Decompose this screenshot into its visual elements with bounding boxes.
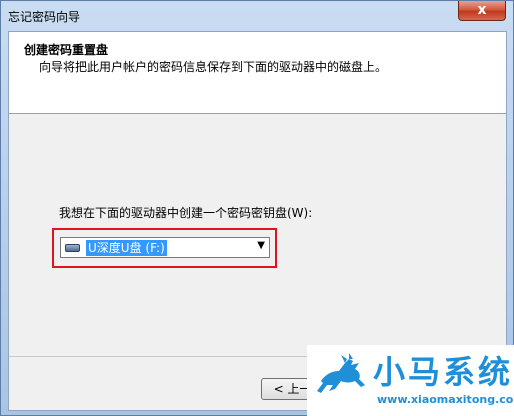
page-subtitle: 向导将把此用户帐户的密码信息保存到下面的驱动器中的磁盘上。	[39, 60, 388, 74]
close-button[interactable]: x	[458, 1, 506, 21]
drive-select-label: 我想在下面的驱动器中创建一个密码密钥盘(W):	[59, 206, 313, 220]
window-title: 忘记密码向导	[8, 10, 81, 24]
watermark-brand: 小马系统	[373, 353, 514, 391]
usb-drive-icon	[65, 244, 80, 252]
title-bar[interactable]: 忘记密码向导 x	[1, 1, 513, 31]
close-icon: x	[477, 2, 487, 18]
wizard-window: 忘记密码向导 x 创建密码重置盘 向导将把此用户帐户的密码信息保存到下面的驱动器…	[0, 0, 514, 416]
watermark-url: www.xiaomaxitong.com	[377, 393, 514, 406]
drive-dropdown-value: U深度U盘 (F:)	[86, 240, 167, 256]
horse-logo-icon	[317, 353, 365, 393]
chevron-down-icon[interactable]: ▼	[257, 240, 265, 251]
wizard-header: 创建密码重置盘 向导将把此用户帐户的密码信息保存到下面的驱动器中的磁盘上。	[9, 32, 506, 114]
watermark-logo: 小马系统 www.xiaomaxitong.com	[307, 345, 514, 416]
page-title: 创建密码重置盘	[24, 43, 109, 57]
drive-dropdown[interactable]: U深度U盘 (F:) ▼	[60, 237, 270, 258]
